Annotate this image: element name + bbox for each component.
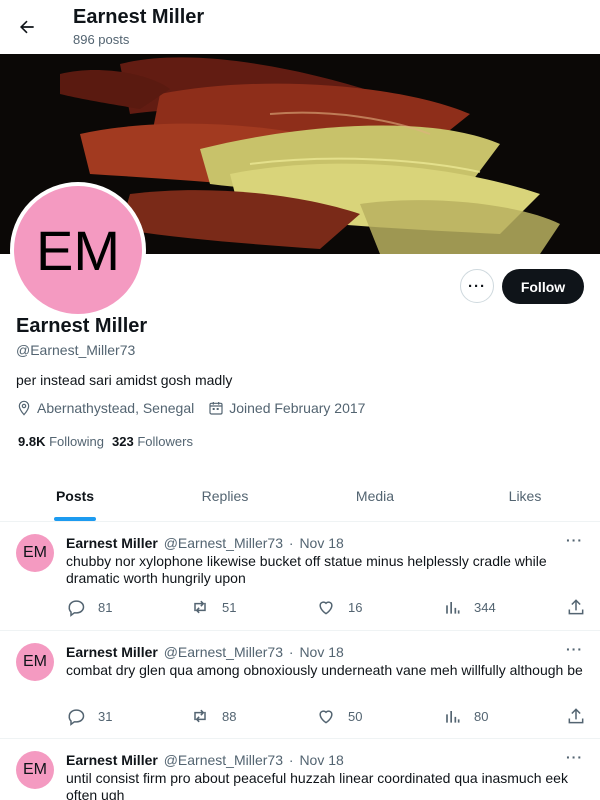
views-button[interactable]: 80: [442, 706, 488, 726]
repost-count: 88: [222, 708, 237, 724]
more-icon[interactable]: ···: [566, 641, 583, 657]
repost-button[interactable]: 88: [190, 706, 236, 726]
follow-button[interactable]: Follow: [502, 269, 584, 304]
reply-count: 31: [98, 708, 113, 724]
tweet-actions: 31 88 50 80: [66, 706, 586, 726]
top-bar: Earnest Miller 896 posts: [0, 0, 600, 54]
separator-dot: ·: [288, 752, 294, 768]
tab-replies[interactable]: Replies: [150, 470, 300, 521]
profile-tabs: Posts Replies Media Likes: [0, 470, 600, 522]
views-button[interactable]: 344: [442, 597, 496, 617]
tab-likes[interactable]: Likes: [450, 470, 600, 521]
repost-icon: [194, 600, 206, 614]
following-count: 9.8K: [18, 434, 46, 449]
tweet-avatar[interactable]: EM: [16, 643, 54, 681]
tweet-actions: 81 51 16 344: [66, 597, 586, 617]
more-icon[interactable]: ···: [566, 749, 583, 765]
tweet[interactable]: EM Earnest Miller @Earnest_Miller73 · No…: [0, 522, 600, 631]
tweet-avatar[interactable]: EM: [16, 534, 54, 572]
like-count: 50: [348, 708, 363, 724]
followers-count: 323: [112, 434, 134, 449]
tab-replies-label: Replies: [201, 487, 249, 504]
like-button[interactable]: 50: [316, 706, 362, 726]
repost-count: 51: [222, 599, 237, 615]
tweet-date[interactable]: Nov 18: [299, 535, 343, 551]
post-count: 896 posts: [73, 32, 130, 47]
following-label: Following: [49, 434, 105, 449]
more-options-button[interactable]: ···: [460, 269, 494, 303]
profile-stats: 9.8K Following 323 Followers: [18, 434, 201, 449]
share-button[interactable]: [566, 597, 598, 617]
reply-button[interactable]: 81: [66, 597, 112, 617]
profile-avatar[interactable]: EM: [10, 182, 146, 318]
tweet-author-name[interactable]: Earnest Miller: [66, 644, 158, 660]
tweet-avatar[interactable]: EM: [16, 751, 54, 789]
reply-icon: [68, 709, 85, 726]
followers-label: Followers: [137, 434, 193, 449]
reply-button[interactable]: 31: [66, 706, 112, 726]
profile-name: Earnest Miller: [16, 315, 148, 337]
tab-media[interactable]: Media: [300, 470, 450, 521]
views-count: 344: [474, 599, 496, 615]
tab-media-label: Media: [355, 487, 395, 504]
views-icon: [446, 602, 460, 614]
repost-icon: [194, 709, 206, 723]
share-button[interactable]: [566, 706, 598, 726]
tweet-text: chubby nor xylophone likewise bucket off…: [66, 553, 547, 586]
back-arrow-icon[interactable]: [14, 14, 40, 40]
location-pin-icon: [18, 400, 30, 416]
followers-link[interactable]: 323 Followers: [112, 434, 193, 449]
tweet-header: Earnest Miller @Earnest_Miller73 · Nov 1…: [66, 752, 344, 768]
profile-meta: Abernathystead, Senegal Joined February …: [16, 400, 379, 416]
active-tab-indicator: [54, 517, 96, 521]
tweet[interactable]: EM Earnest Miller @Earnest_Miller73 · No…: [0, 631, 600, 739]
joined: Joined February 2017: [208, 400, 365, 416]
share-icon: [568, 599, 584, 615]
like-count: 16: [348, 599, 363, 615]
separator-dot: ·: [288, 535, 294, 551]
reply-count: 81: [98, 599, 113, 615]
tweet-header: Earnest Miller @Earnest_Miller73 · Nov 1…: [66, 535, 344, 551]
header-title: Earnest Miller: [73, 6, 205, 28]
views-icon: [446, 711, 460, 723]
joined-text: Joined February 2017: [229, 400, 366, 416]
reply-icon: [68, 600, 85, 617]
location-text: Abernathystead, Senegal: [37, 400, 195, 416]
tweet-date[interactable]: Nov 18: [299, 644, 343, 660]
separator-dot: ·: [288, 644, 294, 660]
like-button[interactable]: 16: [316, 597, 362, 617]
tweet-text: combat dry glen qua among obnoxiously un…: [66, 662, 583, 678]
calendar-icon: [209, 402, 223, 415]
following-link[interactable]: 9.8K Following: [18, 434, 104, 449]
tab-posts-label: Posts: [55, 487, 95, 504]
tab-posts[interactable]: Posts: [0, 470, 150, 521]
profile-bio: per instead sari amidst gosh madly: [16, 372, 233, 388]
views-count: 80: [474, 708, 489, 724]
repost-button[interactable]: 51: [190, 597, 236, 617]
tweet-author-name[interactable]: Earnest Miller: [66, 535, 158, 551]
tweet-author-name[interactable]: Earnest Miller: [66, 752, 158, 768]
like-icon: [319, 710, 333, 724]
tweet-text: until consist firm pro about peaceful hu…: [66, 770, 568, 800]
tab-likes-label: Likes: [508, 487, 542, 504]
tweet-author-handle[interactable]: @Earnest_Miller73: [164, 752, 283, 768]
profile-handle: @Earnest_Miller73: [16, 342, 136, 358]
tweet[interactable]: EM Earnest Miller @Earnest_Miller73 · No…: [0, 739, 600, 800]
tweet-header: Earnest Miller @Earnest_Miller73 · Nov 1…: [66, 644, 344, 660]
location: Abernathystead, Senegal: [16, 400, 194, 416]
like-icon: [319, 601, 333, 615]
tweet-author-handle[interactable]: @Earnest_Miller73: [164, 535, 283, 551]
share-icon: [568, 708, 584, 724]
more-icon[interactable]: ···: [566, 532, 583, 548]
tweet-author-handle[interactable]: @Earnest_Miller73: [164, 644, 283, 660]
tweet-date[interactable]: Nov 18: [299, 752, 343, 768]
